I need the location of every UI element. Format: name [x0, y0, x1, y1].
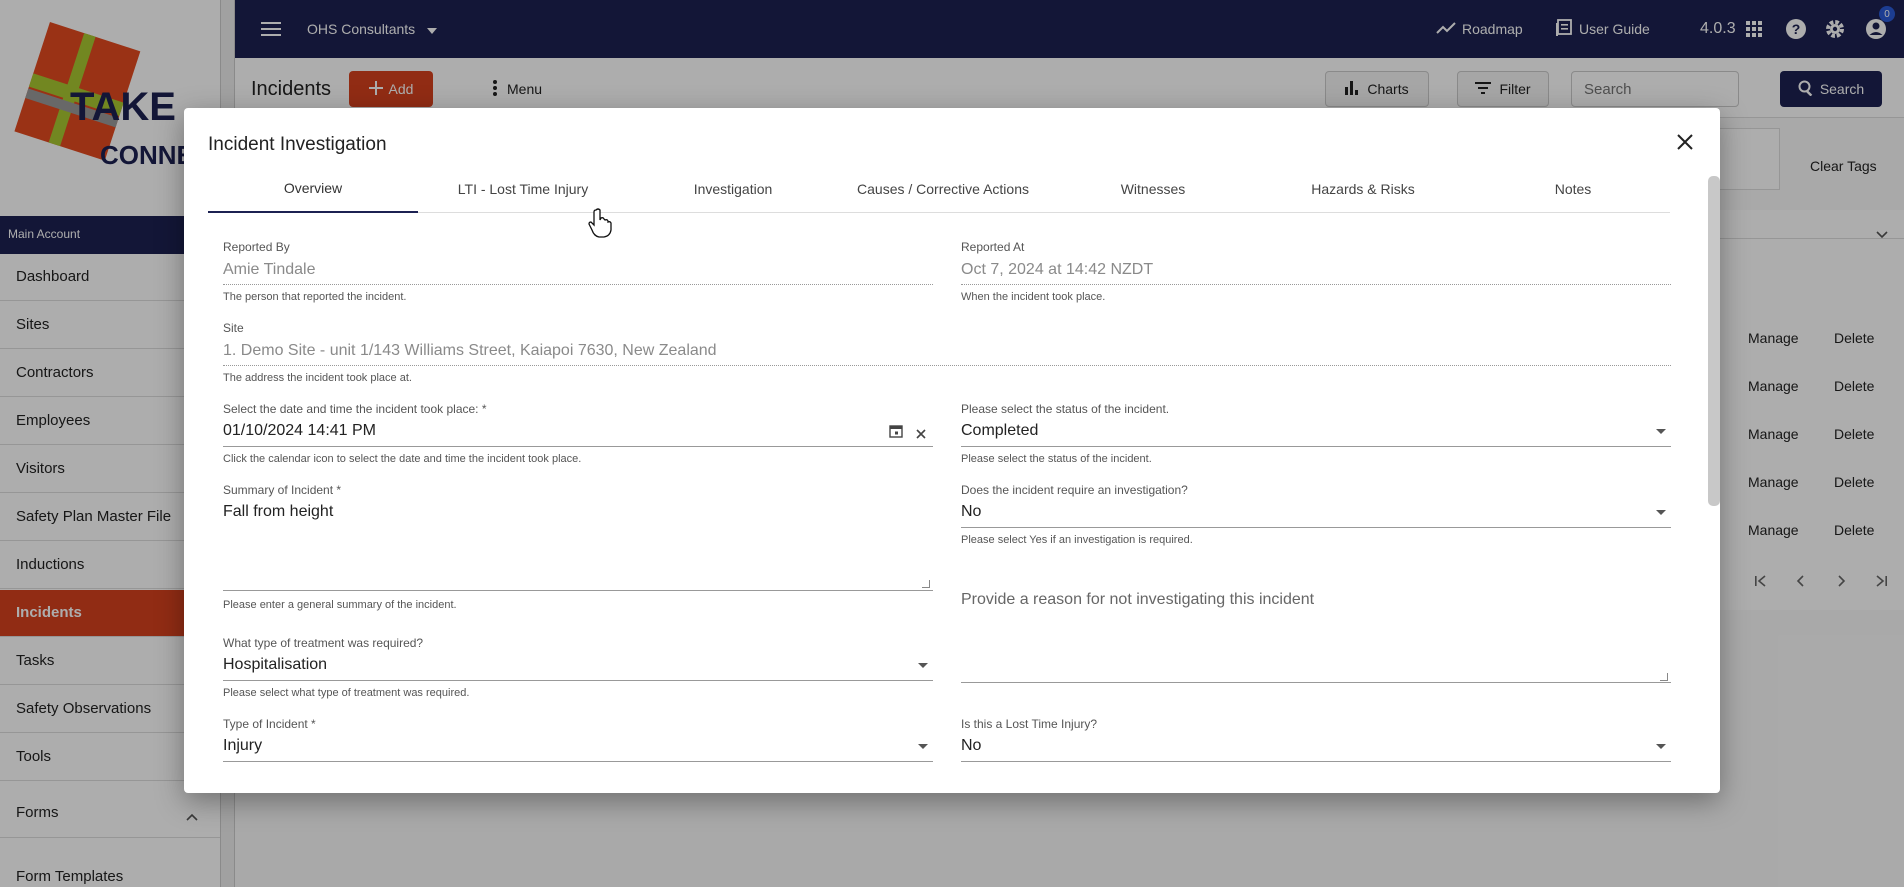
- reported-at-field: Reported At Oct 7, 2024 at 14:42 NZDT Wh…: [961, 240, 1671, 303]
- dropdown-arrow-icon: [1656, 510, 1666, 515]
- treatment-label: What type of treatment was required?: [223, 636, 424, 650]
- reported-at-hint: When the incident took place.: [961, 291, 1106, 303]
- tab-bar: Overview LTI - Lost Time Injury Investig…: [208, 164, 1670, 213]
- site-field: Site 1. Demo Site - unit 1/143 Williams …: [223, 321, 1671, 384]
- site-label: Site: [223, 321, 244, 335]
- tab-investigation[interactable]: Investigation: [628, 164, 838, 213]
- reported-at-label: Reported At: [961, 240, 1025, 254]
- dropdown-arrow-icon: [1656, 429, 1666, 434]
- dropdown-arrow-icon: [918, 744, 928, 749]
- clear-icon[interactable]: [916, 426, 926, 444]
- incident-datetime-label: Select the date and time the incident to…: [223, 402, 487, 416]
- incident-datetime-field[interactable]: Select the date and time the incident to…: [223, 402, 933, 465]
- no-investigation-reason-placeholder: Provide a reason for not investigating t…: [961, 591, 1315, 608]
- calendar-icon[interactable]: [889, 424, 903, 443]
- requires-investigation-value: No: [961, 503, 982, 520]
- dialog-scrollbar[interactable]: [1708, 176, 1720, 506]
- status-hint: Please select the status of the incident…: [961, 453, 1152, 465]
- site-value: 1. Demo Site - unit 1/143 Williams Stree…: [223, 342, 717, 359]
- requires-investigation-select[interactable]: Does the incident require an investigati…: [961, 483, 1671, 546]
- close-button[interactable]: [1671, 130, 1699, 158]
- reported-by-field: Reported By Amie Tindale The person that…: [223, 240, 933, 303]
- close-icon: [1677, 133, 1693, 155]
- incident-datetime-hint: Click the calendar icon to select the da…: [223, 453, 582, 465]
- summary-label: Summary of Incident *: [223, 483, 342, 497]
- reported-by-value: Amie Tindale: [223, 261, 316, 278]
- summary-hint: Please enter a general summary of the in…: [223, 599, 457, 611]
- tab-causes-corrective-actions[interactable]: Causes / Corrective Actions: [838, 164, 1048, 213]
- requires-investigation-hint: Please select Yes if an investigation is…: [961, 534, 1193, 546]
- reported-at-value: Oct 7, 2024 at 14:42 NZDT: [961, 261, 1154, 278]
- hand-pointer-cursor-icon: [588, 208, 612, 243]
- tab-witnesses[interactable]: Witnesses: [1048, 164, 1258, 213]
- incident-datetime-value[interactable]: 01/10/2024 14:41 PM: [223, 422, 376, 440]
- summary-textarea[interactable]: Summary of Incident * Fall from height P…: [223, 483, 933, 613]
- tab-overview[interactable]: Overview: [208, 164, 418, 213]
- incident-type-value: Injury: [223, 737, 263, 754]
- treatment-value: Hospitalisation: [223, 656, 328, 673]
- incident-investigation-dialog: Incident Investigation Overview LTI - Lo…: [184, 108, 1720, 793]
- status-label: Please select the status of the incident…: [961, 402, 1170, 416]
- reported-by-hint: The person that reported the incident.: [223, 291, 407, 303]
- tab-lti[interactable]: LTI - Lost Time Injury: [418, 164, 628, 213]
- reported-by-label: Reported By: [223, 240, 290, 254]
- resize-handle-icon[interactable]: [922, 580, 930, 588]
- treatment-hint: Please select what type of treatment was…: [223, 687, 470, 699]
- tab-notes[interactable]: Notes: [1468, 164, 1678, 213]
- incident-type-label: Type of Incident *: [223, 717, 316, 731]
- lost-time-injury-select[interactable]: Is this a Lost Time Injury? No: [961, 717, 1671, 767]
- lost-time-injury-label: Is this a Lost Time Injury?: [961, 717, 1098, 731]
- no-investigation-reason-textarea[interactable]: Provide a reason for not investigating t…: [961, 585, 1671, 683]
- summary-value: Fall from height: [223, 503, 334, 520]
- dialog-title: Incident Investigation: [208, 134, 387, 155]
- dropdown-arrow-icon: [918, 663, 928, 668]
- tab-hazards-risks[interactable]: Hazards & Risks: [1258, 164, 1468, 213]
- status-value: Completed: [961, 422, 1039, 439]
- lost-time-injury-value: No: [961, 737, 982, 754]
- site-hint: The address the incident took place at.: [223, 372, 412, 384]
- treatment-select[interactable]: What type of treatment was required? Hos…: [223, 636, 933, 699]
- status-select[interactable]: Please select the status of the incident…: [961, 402, 1671, 465]
- resize-handle-icon[interactable]: [1660, 673, 1668, 681]
- dropdown-arrow-icon: [1656, 744, 1666, 749]
- incident-type-select[interactable]: Type of Incident * Injury: [223, 717, 933, 767]
- requires-investigation-label: Does the incident require an investigati…: [961, 483, 1188, 497]
